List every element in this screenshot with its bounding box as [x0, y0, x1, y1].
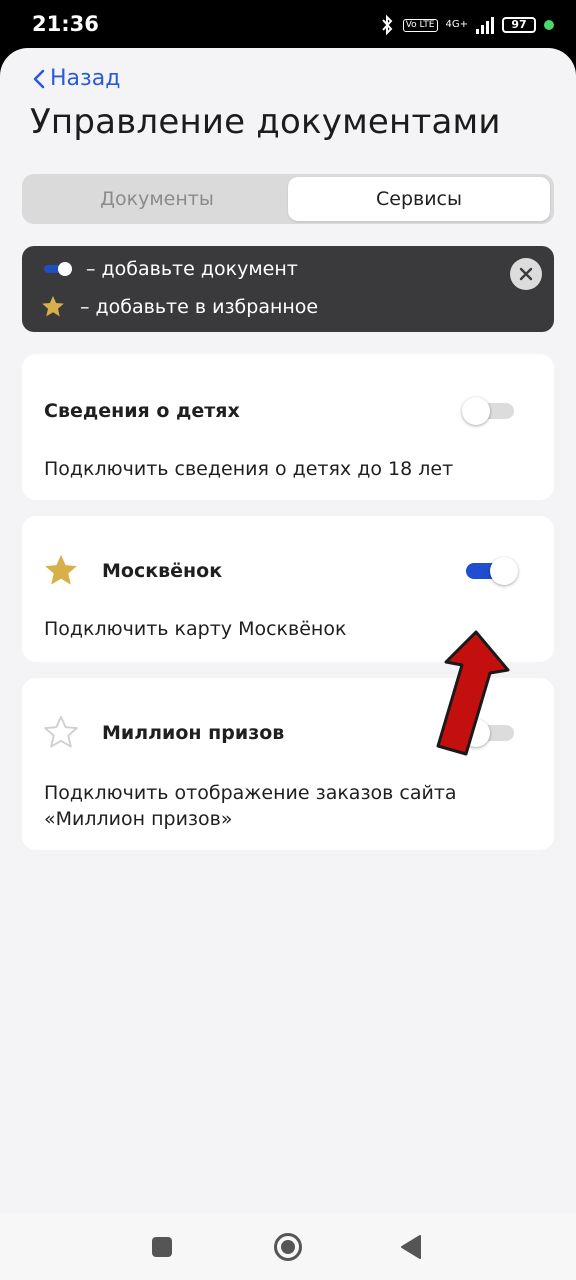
signal-icon: [476, 16, 494, 34]
segmented-control: Документы Сервисы: [22, 174, 554, 224]
toggle-legend-icon: [44, 262, 72, 276]
card-title: Миллион призов: [102, 722, 285, 744]
recent-apps-button[interactable]: [151, 1236, 173, 1262]
hint-close-button[interactable]: [510, 258, 542, 290]
recent-apps-icon: [152, 1237, 172, 1257]
back-nav-button[interactable]: [400, 1234, 422, 1264]
chevron-left-icon: [33, 69, 45, 88]
service-toggle-children[interactable]: [462, 396, 518, 426]
hint-row-toggle: – добавьте документ: [40, 258, 298, 280]
red-arrow-annotation: [436, 630, 510, 756]
home-button[interactable]: [273, 1232, 303, 1266]
volte-icon: Vo LTE: [402, 18, 438, 32]
main-sheet: Назад Управление документами Документы С…: [0, 48, 576, 1214]
home-icon: [274, 1233, 302, 1261]
hint-row-star: – добавьте в избранное: [40, 294, 318, 320]
card-title: Сведения о детях: [44, 400, 240, 422]
status-time: 21:36: [32, 12, 99, 36]
battery-icon: 97: [502, 17, 536, 33]
network-type: 4G+: [445, 19, 469, 30]
hint-toggle-text: – добавьте документ: [86, 258, 298, 280]
green-dot-icon: [544, 20, 554, 30]
status-bar: 21:36 Vo LTE 4G+ 97: [0, 0, 576, 48]
card-title: Москвёнок: [102, 560, 223, 582]
card-description: Подключить отображение заказов сайта «Ми…: [44, 782, 457, 830]
navigation-bar: [0, 1214, 576, 1280]
hint-star-text: – добавьте в избранное: [80, 296, 319, 318]
star-legend-icon: [42, 295, 64, 317]
star-filled-icon[interactable]: [42, 552, 80, 590]
status-icons: Vo LTE 4G+ 97: [379, 12, 554, 38]
back-label: Назад: [50, 66, 121, 91]
card-description: Подключить сведения о детях до 18 лет: [44, 458, 454, 480]
hint-banner: – добавьте документ – добавьте в избранн…: [22, 246, 554, 332]
back-button[interactable]: Назад: [32, 66, 120, 91]
back-icon: [401, 1235, 421, 1259]
page-title: Управление документами: [30, 102, 501, 142]
close-icon: [519, 267, 533, 281]
service-card-children: Сведения о детях Подключить сведения о д…: [22, 354, 554, 500]
bluetooth-icon: [381, 14, 393, 36]
tab-documents[interactable]: Документы: [26, 177, 288, 221]
tab-services[interactable]: Сервисы: [288, 177, 550, 221]
star-outline-icon[interactable]: [42, 714, 80, 752]
service-toggle-moskvenok[interactable]: [462, 556, 518, 586]
